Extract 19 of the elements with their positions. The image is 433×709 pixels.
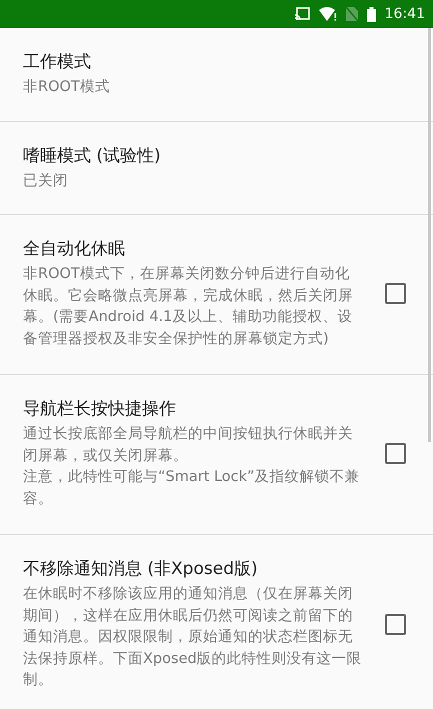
setting-description: 注意，此特性可能与“Smart Lock”及指纹解锁不兼容。 <box>23 468 361 508</box>
checkbox[interactable] <box>385 443 406 464</box>
setting-description: 非ROOT模式下，在屏幕关闭数分钟后进行自动化休眠。它会略微点亮屏幕，完成休眠，然后关闭屏幕。(需要Android 4.1及以上、辅助功能授权、设备管理器授权及非安全保护性的屏幕锁定方式) <box>23 265 354 348</box>
setting-description: 在休眠时不移除该应用的通知消息（仅在屏幕关闭期间），这样在应用休眠后仍然可阅读之前留下的通知消息。因权限限制，原始通知的状态栏图标无法保持原样。下面Xposed版的此特性则没有这一限制。 <box>23 584 363 690</box>
setting-title: 全自动化休眠 <box>23 238 126 261</box>
cast-icon <box>294 7 310 21</box>
setting-title: 嗜睡模式 (试验性) <box>23 144 162 168</box>
checkbox[interactable] <box>385 614 406 635</box>
battery-icon <box>366 6 376 22</box>
setting-title: 不移除通知消息 (非Xposed版) <box>23 558 259 581</box>
wifi-icon <box>318 7 337 21</box>
status-time: 16:41 <box>384 6 425 22</box>
setting-summary: 已关闭 <box>23 172 69 190</box>
setting-summary: 非ROOT模式 <box>23 78 111 97</box>
setting-description: 通过长按底部全局导航栏的中间按钮执行休眠并关闭屏幕，或仅关闭屏幕。 <box>23 424 354 466</box>
checkbox[interactable] <box>385 283 406 304</box>
no-sim-icon <box>346 7 358 21</box>
setting-title: 工作模式 <box>23 51 92 74</box>
setting-title: 导航栏长按快捷操作 <box>23 398 177 421</box>
